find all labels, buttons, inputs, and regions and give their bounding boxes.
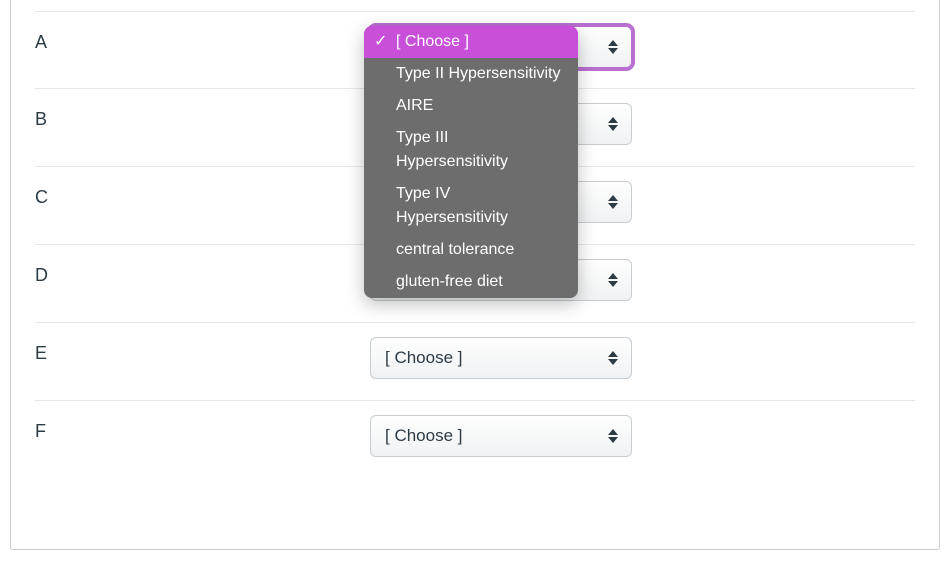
match-row-control: [ Choose ] xyxy=(370,415,632,457)
match-row-control: [ Choose ] [ Choose ] Type II Hypersensi… xyxy=(370,26,632,68)
match-row-f: F [ Choose ] xyxy=(35,401,915,479)
page: A [ Choose ] [ Choose ] Type II Hypersen… xyxy=(0,0,950,571)
dropdown-option[interactable]: Type III Hypersensitivity xyxy=(364,122,578,178)
dropdown-option[interactable]: gluten-free diet xyxy=(364,266,578,298)
select-value: [ Choose ] xyxy=(385,348,463,368)
updown-icon xyxy=(607,427,619,445)
updown-icon xyxy=(607,271,619,289)
match-row-label: B xyxy=(35,103,370,130)
match-row-label: F xyxy=(35,415,370,442)
select-value: [ Choose ] xyxy=(385,426,463,446)
match-row-label: C xyxy=(35,181,370,208)
updown-icon xyxy=(607,349,619,367)
dropdown-option[interactable]: [ Choose ] xyxy=(364,26,578,58)
match-row-a: A [ Choose ] [ Choose ] Type II Hypersen… xyxy=(35,11,915,89)
match-row-label: D xyxy=(35,259,370,286)
updown-icon xyxy=(607,193,619,211)
match-row-label: A xyxy=(35,26,370,53)
updown-icon xyxy=(607,115,619,133)
dropdown-option[interactable]: central tolerance xyxy=(364,234,578,266)
updown-icon xyxy=(607,38,619,56)
dropdown-option[interactable]: Type II Hypersensitivity xyxy=(364,58,578,90)
dropdown-option[interactable]: AIRE xyxy=(364,90,578,122)
match-row-e: E [ Choose ] xyxy=(35,323,915,401)
dropdown-menu: [ Choose ] Type II Hypersensitivity AIRE… xyxy=(364,26,578,298)
match-row-label: E xyxy=(35,337,370,364)
select-e[interactable]: [ Choose ] xyxy=(370,337,632,379)
question-container: A [ Choose ] [ Choose ] Type II Hypersen… xyxy=(10,0,940,550)
select-f[interactable]: [ Choose ] xyxy=(370,415,632,457)
match-rows: A [ Choose ] [ Choose ] Type II Hypersen… xyxy=(35,11,915,479)
match-row-control: [ Choose ] xyxy=(370,337,632,379)
dropdown-option[interactable]: Type IV Hypersensitivity xyxy=(364,178,578,234)
